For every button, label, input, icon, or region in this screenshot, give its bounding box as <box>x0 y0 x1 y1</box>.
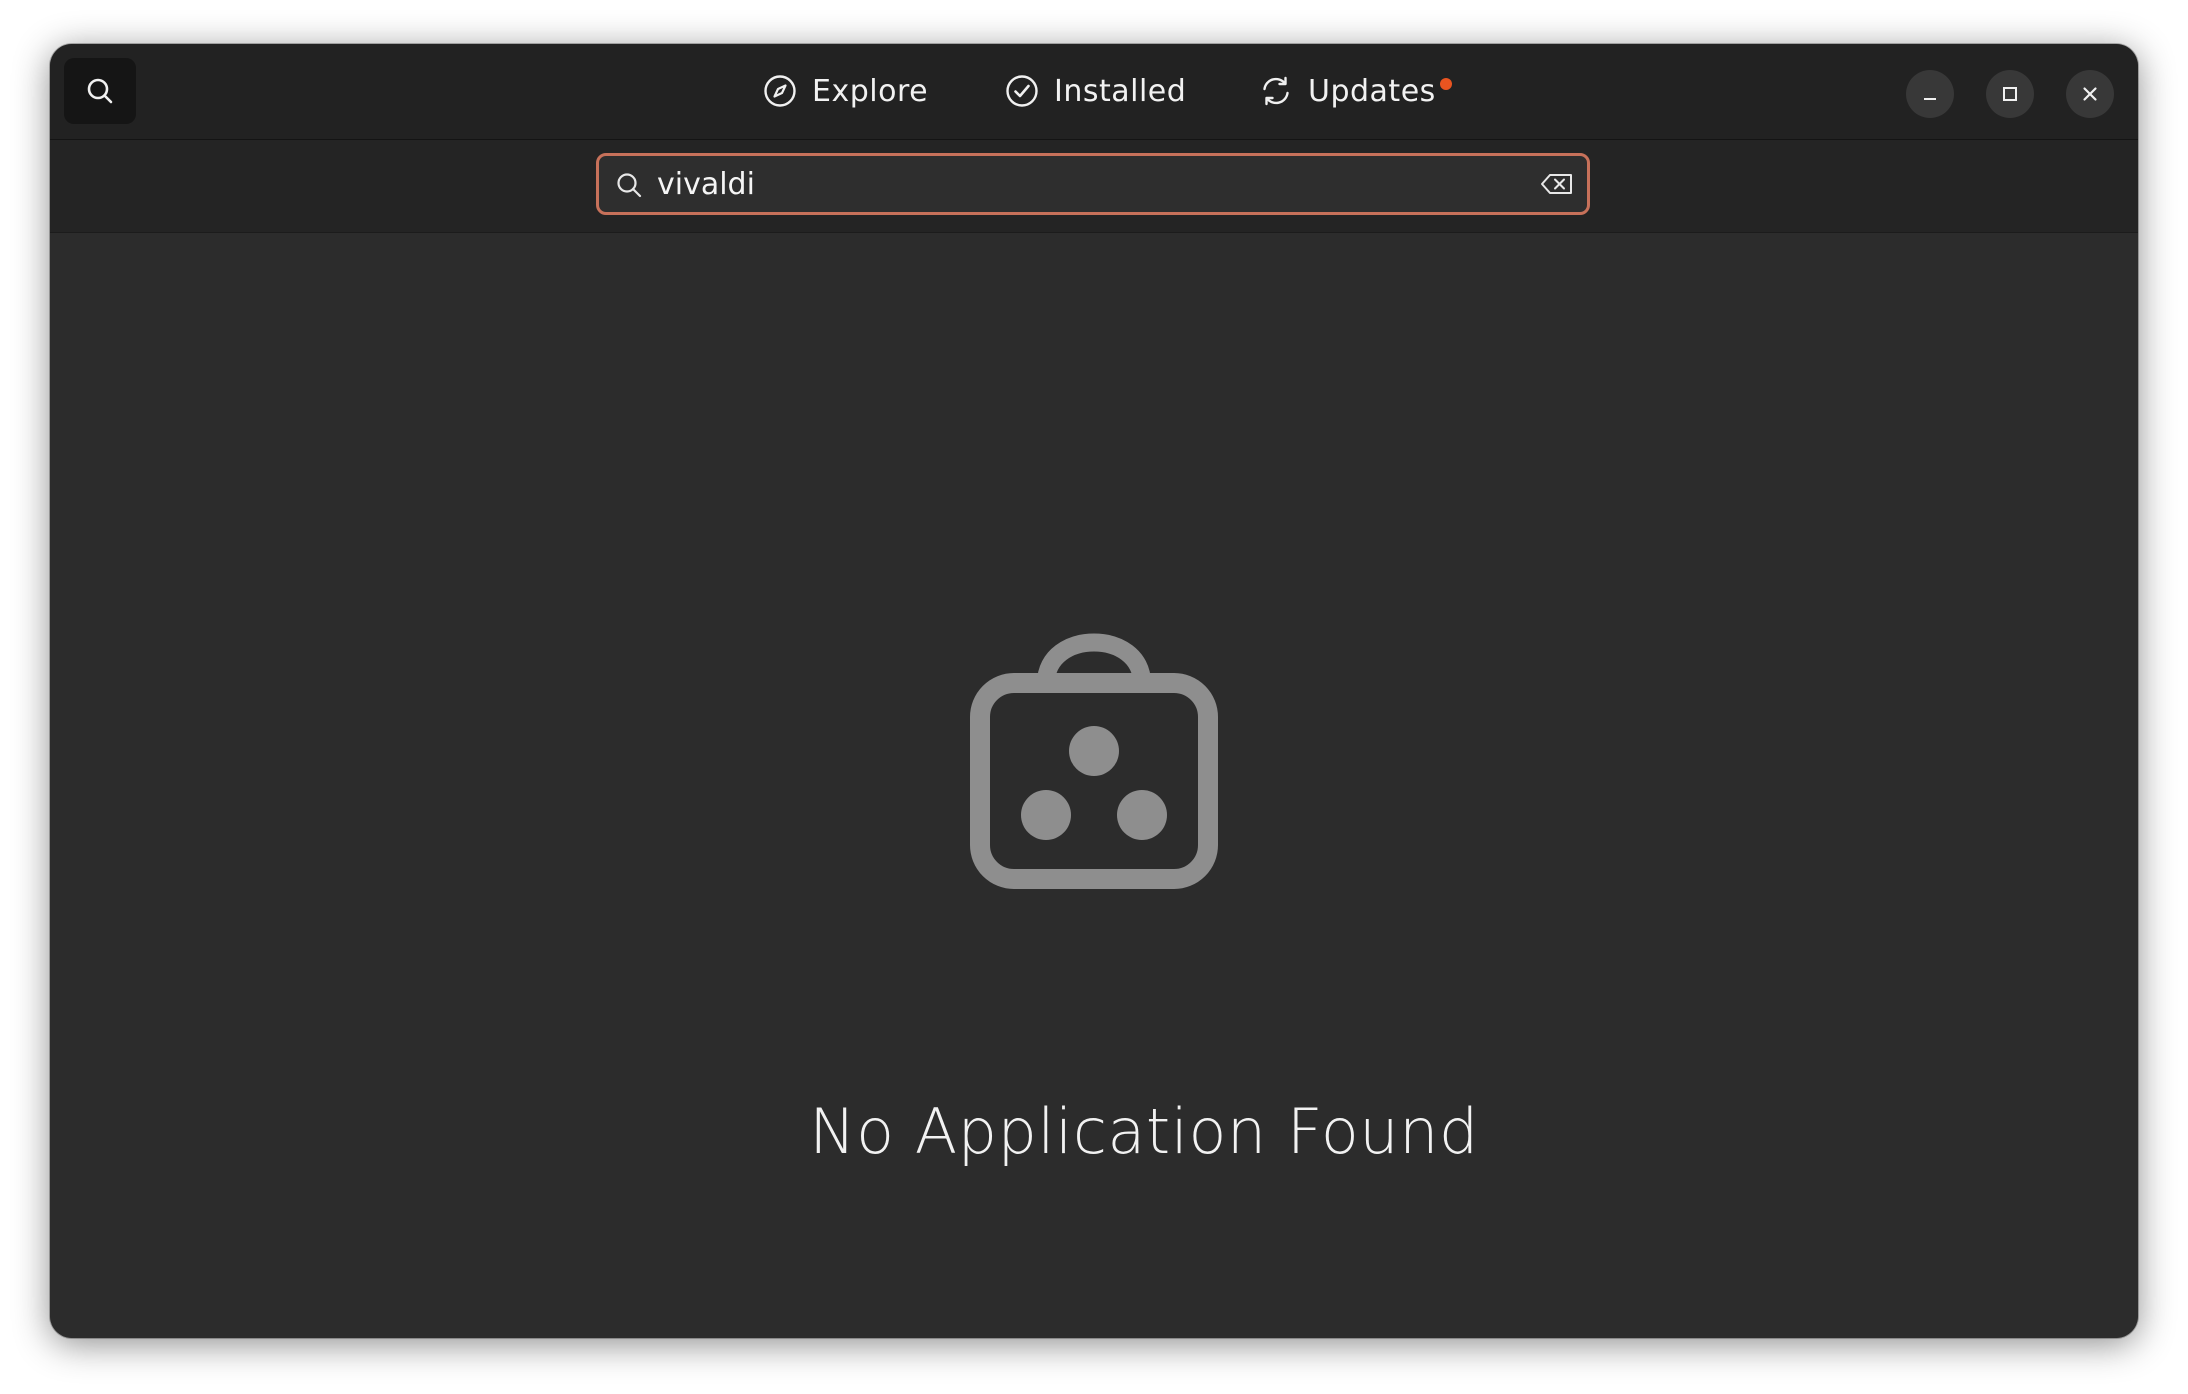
tab-explore-label: Explore <box>812 73 929 109</box>
search-bar <box>50 140 2138 233</box>
search-input[interactable] <box>657 162 1517 206</box>
view-switcher: Explore Installed Updates <box>50 44 2138 139</box>
empty-state-message: No Application Found <box>809 1095 1479 1168</box>
app-store-bag-icon <box>970 633 1218 889</box>
app-window: Explore Installed Updates vivaldi No App… <box>50 44 2138 1338</box>
maximize-button[interactable] <box>1986 70 2034 118</box>
tab-installed[interactable]: Installed <box>1004 64 1186 118</box>
close-button[interactable] <box>2066 70 2114 118</box>
refresh-icon <box>1263 76 1289 106</box>
updates-badge-dot <box>1439 77 1452 90</box>
backspace-clear-icon <box>1541 174 1572 194</box>
header-bar: Explore Installed Updates <box>50 44 2138 140</box>
search-toggle-button[interactable] <box>64 58 136 124</box>
minimize-button[interactable] <box>1906 70 1954 118</box>
tab-updates-label: Updates <box>1308 73 1452 109</box>
compass-icon <box>764 75 796 107</box>
close-icon <box>2083 87 2097 101</box>
tab-updates[interactable]: Updates <box>1258 64 1452 118</box>
maximize-icon <box>2003 87 2017 101</box>
tab-installed-label: Installed <box>1054 73 1187 109</box>
clear-search-button[interactable] <box>1539 169 1575 199</box>
results-area: No Application Found <box>50 233 2138 1338</box>
check-circle-icon <box>1006 75 1038 107</box>
search-icon <box>87 78 113 104</box>
minimize-icon <box>1924 98 1936 100</box>
tab-updates-text: Updates <box>1308 73 1436 109</box>
tab-explore[interactable]: Explore <box>762 64 928 118</box>
search-icon <box>617 173 642 198</box>
search-entry[interactable] <box>596 153 1590 215</box>
